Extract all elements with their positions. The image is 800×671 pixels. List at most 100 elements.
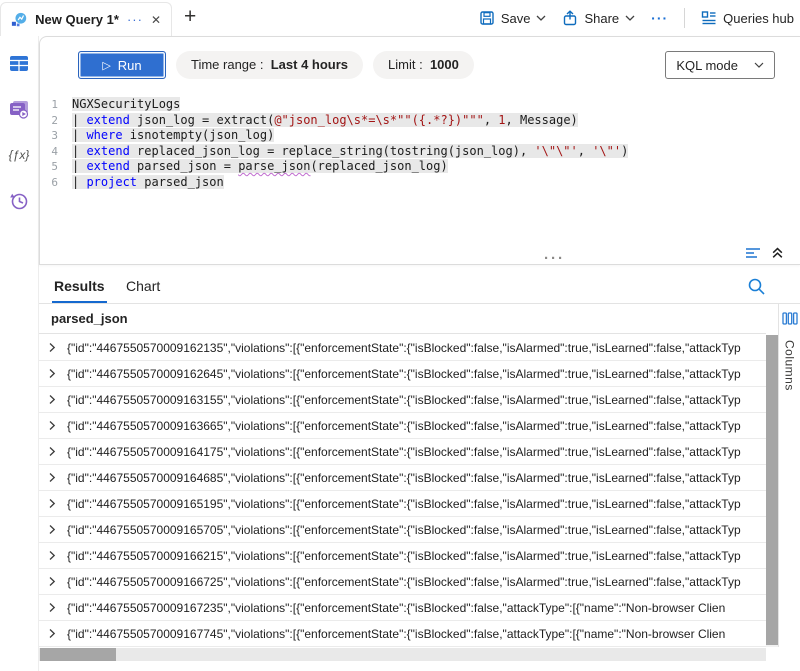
row-json-text: {"id":"4467550570009164685","violations"… bbox=[67, 471, 741, 485]
line-number: 2 bbox=[40, 113, 72, 129]
run-button[interactable]: ▷ Run bbox=[78, 51, 166, 79]
save-icon bbox=[479, 10, 495, 26]
limit-pill[interactable]: Limit : 1000 bbox=[373, 51, 474, 79]
row-expand-chevron-icon[interactable] bbox=[47, 602, 67, 613]
table-row[interactable]: {"id":"4467550570009163155","violations"… bbox=[39, 387, 766, 413]
query-panel: ▷ Run Time range : Last 4 hours Limit : … bbox=[39, 36, 800, 265]
code-line[interactable]: 4| extend replaced_json_log = replace_st… bbox=[40, 144, 800, 160]
code-text: | project parsed_json bbox=[72, 175, 224, 191]
left-rail: {ƒx} bbox=[0, 36, 39, 671]
queries-hub-button[interactable]: Queries hub bbox=[701, 10, 794, 26]
row-json-text: {"id":"4467550570009166215","violations"… bbox=[67, 549, 741, 563]
row-expand-chevron-icon[interactable] bbox=[47, 524, 67, 535]
row-expand-chevron-icon[interactable] bbox=[47, 394, 67, 405]
query-toolbar: ▷ Run Time range : Last 4 hours Limit : … bbox=[40, 37, 800, 93]
row-expand-chevron-icon[interactable] bbox=[47, 446, 67, 457]
row-expand-chevron-icon[interactable] bbox=[47, 342, 67, 353]
search-results-icon[interactable] bbox=[747, 277, 766, 301]
code-text: | extend parsed_json = parse_json(replac… bbox=[72, 159, 448, 175]
chevron-down-icon bbox=[536, 15, 546, 21]
line-number: 5 bbox=[40, 159, 72, 175]
tab-results[interactable]: Results bbox=[52, 274, 107, 304]
queries-hub-label: Queries hub bbox=[723, 11, 794, 26]
row-json-text: {"id":"4467550570009162645","violations"… bbox=[67, 367, 741, 381]
row-expand-chevron-icon[interactable] bbox=[47, 550, 67, 561]
code-text: NGXSecurityLogs bbox=[72, 97, 180, 113]
tab-more-icon[interactable]: ··· bbox=[127, 12, 143, 27]
query-history-icon[interactable] bbox=[8, 190, 30, 212]
table-row[interactable]: {"id":"4467550570009162135","violations"… bbox=[39, 335, 766, 361]
time-range-value: Last 4 hours bbox=[271, 57, 348, 72]
row-expand-chevron-icon[interactable] bbox=[47, 628, 67, 639]
code-line[interactable]: 5| extend parsed_json = parse_json(repla… bbox=[40, 159, 800, 175]
share-icon bbox=[562, 10, 578, 26]
row-expand-chevron-icon[interactable] bbox=[47, 498, 67, 509]
tab-strip: New Query 1* ··· ✕ + Save bbox=[0, 0, 800, 36]
row-expand-chevron-icon[interactable] bbox=[47, 472, 67, 483]
table-row[interactable]: {"id":"4467550570009165195","violations"… bbox=[39, 491, 766, 517]
table-row[interactable]: {"id":"4467550570009166725","violations"… bbox=[39, 569, 766, 595]
results-tab-bar: Results Chart bbox=[39, 274, 800, 303]
table-row[interactable]: {"id":"4467550570009162645","violations"… bbox=[39, 361, 766, 387]
table-row[interactable]: {"id":"4467550570009167235","violations"… bbox=[39, 595, 766, 621]
new-tab-button[interactable]: + bbox=[184, 5, 196, 29]
table-row[interactable]: {"id":"4467550570009163665","violations"… bbox=[39, 413, 766, 439]
code-line[interactable]: 6| project parsed_json bbox=[40, 175, 800, 191]
limit-value: 1000 bbox=[430, 57, 459, 72]
tab-title: New Query 1* bbox=[35, 12, 119, 27]
row-json-text: {"id":"4467550570009162135","violations"… bbox=[67, 341, 741, 355]
line-number: 3 bbox=[40, 128, 72, 144]
table-row[interactable]: {"id":"4467550570009164175","violations"… bbox=[39, 439, 766, 465]
table-row[interactable]: {"id":"4467550570009167745","violations"… bbox=[39, 621, 766, 647]
vertical-scrollbar[interactable] bbox=[766, 335, 778, 647]
column-header-parsed-json[interactable]: parsed_json bbox=[39, 304, 766, 334]
tab-close-icon[interactable]: ✕ bbox=[151, 13, 161, 27]
share-label: Share bbox=[584, 11, 619, 26]
query-mode-select[interactable]: KQL mode bbox=[665, 51, 775, 79]
row-expand-chevron-icon[interactable] bbox=[47, 576, 67, 587]
code-text: | extend replaced_json_log = replace_str… bbox=[72, 144, 628, 160]
topbar-divider bbox=[684, 8, 685, 28]
row-json-text: {"id":"4467550570009167235","violations"… bbox=[67, 601, 725, 615]
save-label: Save bbox=[501, 11, 531, 26]
table-row[interactable]: {"id":"4467550570009165705","violations"… bbox=[39, 517, 766, 543]
code-line[interactable]: 1NGXSecurityLogs bbox=[40, 97, 800, 113]
row-json-text: {"id":"4467550570009163155","violations"… bbox=[67, 393, 741, 407]
row-json-text: {"id":"4467550570009164175","violations"… bbox=[67, 445, 741, 459]
share-button[interactable]: Share bbox=[562, 10, 635, 26]
chevron-down-icon bbox=[625, 15, 635, 21]
adx-query-icon bbox=[11, 11, 27, 29]
play-icon: ▷ bbox=[102, 59, 110, 72]
row-expand-chevron-icon[interactable] bbox=[47, 420, 67, 431]
columns-panel-icon[interactable] bbox=[782, 312, 798, 330]
row-expand-chevron-icon[interactable] bbox=[47, 368, 67, 379]
horizontal-scrollbar[interactable] bbox=[39, 648, 766, 661]
more-actions-button[interactable]: ··· bbox=[651, 10, 668, 26]
tab-chart[interactable]: Chart bbox=[124, 274, 162, 301]
code-line[interactable]: 2| extend json_log = extract(@"json_log\… bbox=[40, 113, 800, 129]
time-range-pill[interactable]: Time range : Last 4 hours bbox=[176, 51, 363, 79]
row-json-text: {"id":"4467550570009165705","violations"… bbox=[67, 523, 741, 537]
query-mode-value: KQL mode bbox=[676, 58, 738, 73]
tables-explorer-icon[interactable] bbox=[8, 52, 30, 74]
query-editor[interactable]: 1NGXSecurityLogs2| extend json_log = ext… bbox=[40, 97, 800, 190]
query-stats-icon[interactable] bbox=[745, 247, 761, 259]
queries-hub-icon bbox=[701, 10, 717, 26]
collapse-editor-icon[interactable] bbox=[771, 246, 784, 259]
vertical-scrollbar-thumb[interactable] bbox=[766, 335, 778, 645]
time-range-label: Time range : bbox=[191, 57, 264, 72]
splitter-handle[interactable]: ··· bbox=[544, 252, 565, 266]
horizontal-scrollbar-thumb[interactable] bbox=[40, 648, 116, 661]
limit-label: Limit : bbox=[388, 57, 423, 72]
line-number: 4 bbox=[40, 144, 72, 160]
table-row[interactable]: {"id":"4467550570009164685","violations"… bbox=[39, 465, 766, 491]
app-root: New Query 1* ··· ✕ + Save bbox=[0, 0, 800, 671]
columns-panel-label[interactable]: Columns bbox=[783, 340, 797, 391]
query-tab[interactable]: New Query 1* ··· ✕ bbox=[0, 2, 172, 36]
save-button[interactable]: Save bbox=[479, 10, 547, 26]
line-number: 6 bbox=[40, 175, 72, 191]
functions-icon[interactable]: {ƒx} bbox=[8, 144, 30, 166]
table-row[interactable]: {"id":"4467550570009166215","violations"… bbox=[39, 543, 766, 569]
saved-queries-icon[interactable] bbox=[8, 98, 30, 120]
code-line[interactable]: 3| where isnotempty(json_log) bbox=[40, 128, 800, 144]
